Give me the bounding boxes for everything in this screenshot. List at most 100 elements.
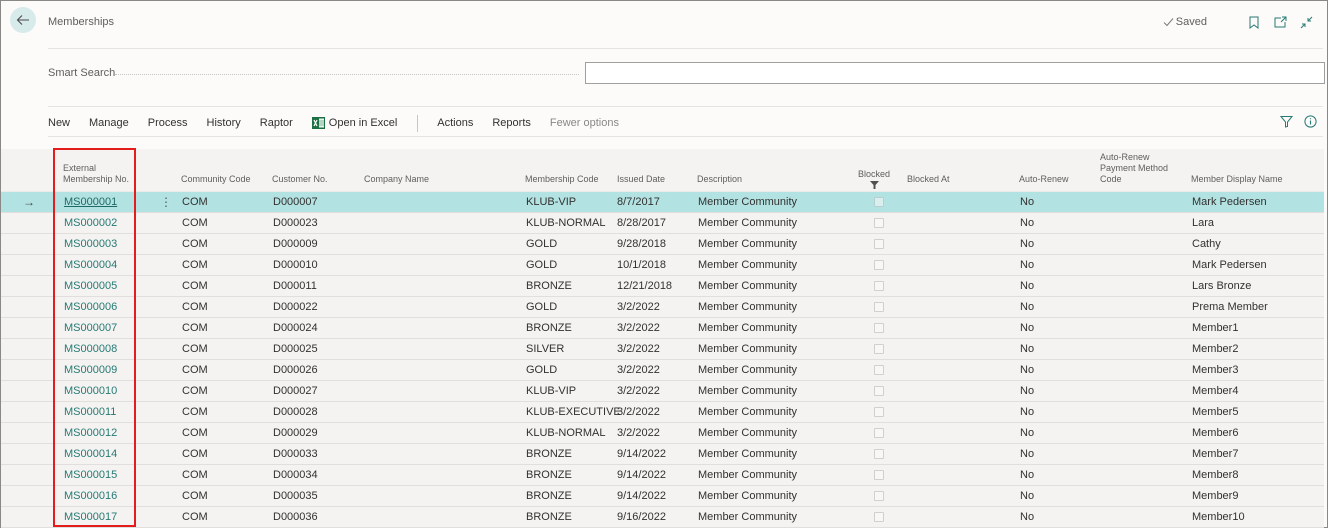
- blocked-checkbox[interactable]: [874, 386, 884, 396]
- filter-pane-button[interactable]: [1279, 114, 1293, 128]
- blocked-checkbox[interactable]: [874, 491, 884, 501]
- cell-external-membership-no[interactable]: MS000004: [64, 255, 117, 276]
- blocked-checkbox[interactable]: [874, 197, 884, 207]
- blocked-checkbox[interactable]: [874, 323, 884, 333]
- table-row[interactable]: MS000016 COM D000035 BRONZE 9/14/2022 Member …: [1, 486, 1324, 507]
- info-button[interactable]: [1303, 114, 1317, 128]
- action-raptor[interactable]: Raptor: [260, 117, 293, 129]
- table-row[interactable]: MS000002 COM D000023 KLUB-NORMAL 8/28/2017 Me…: [1, 213, 1324, 234]
- cell-customer-no: D000036: [273, 511, 318, 523]
- table-row[interactable]: MS000015 COM D000034 BRONZE 9/14/2022 Member …: [1, 465, 1324, 486]
- cell-community-code: COM: [182, 196, 208, 208]
- table-row[interactable]: MS000010 COM D000027 KLUB-VIP 3/2/2022 Member…: [1, 381, 1324, 402]
- column-header-customer-no[interactable]: Customer No.: [272, 174, 328, 185]
- cell-external-membership-no[interactable]: MS000008: [64, 339, 117, 360]
- action-bar: New Manage Process History Raptor Open i…: [48, 114, 638, 132]
- column-header-blocked-at[interactable]: Blocked At: [907, 174, 950, 185]
- cell-external-membership-no[interactable]: MS000011: [64, 402, 116, 423]
- collapse-button[interactable]: [1299, 15, 1313, 29]
- table-row[interactable]: MS000003 COM D000009 GOLD 9/28/2018 Member Co…: [1, 234, 1324, 255]
- action-actions[interactable]: Actions: [437, 117, 473, 129]
- cell-member-display-name: Mark Pedersen: [1192, 196, 1267, 208]
- table-row[interactable]: → ⋮ MS000001 COM D000007 KLUB-VIP 8/7/2017 Memb…: [1, 192, 1324, 213]
- column-header-membership-code[interactable]: Membership Code: [525, 174, 599, 185]
- cell-external-membership-no[interactable]: MS000002: [64, 213, 117, 234]
- cell-external-membership-no[interactable]: MS000006: [64, 297, 117, 318]
- action-reports[interactable]: Reports: [492, 117, 531, 129]
- blocked-checkbox[interactable]: [874, 470, 884, 480]
- table-row[interactable]: MS000014 COM D000033 BRONZE 9/14/2022 Member …: [1, 444, 1324, 465]
- table-row[interactable]: MS000007 COM D000024 BRONZE 3/2/2022 Member C…: [1, 318, 1324, 339]
- cell-membership-code: BRONZE: [526, 322, 572, 334]
- table-row[interactable]: MS000017 COM D000036 BRONZE 9/16/2022 Member …: [1, 507, 1324, 528]
- column-header-line: Code: [1100, 174, 1122, 184]
- cell-customer-no: D000035: [273, 490, 318, 502]
- cell-external-membership-no[interactable]: MS000005: [64, 276, 117, 297]
- action-separator: [417, 114, 419, 132]
- table-row[interactable]: MS000006 COM D000022 GOLD 3/2/2022 Member Com…: [1, 297, 1324, 318]
- cell-description: Member Community: [698, 259, 798, 271]
- blocked-checkbox[interactable]: [874, 302, 884, 312]
- column-header-community-code[interactable]: Community Code: [181, 174, 251, 185]
- table-row[interactable]: MS000005 COM D000011 BRONZE 12/21/2018 Member…: [1, 276, 1324, 297]
- cell-description: Member Community: [698, 427, 798, 439]
- column-header-member-display-name[interactable]: Member Display Name: [1191, 174, 1283, 185]
- blocked-checkbox[interactable]: [874, 281, 884, 291]
- action-fewer-options[interactable]: Fewer options: [550, 117, 619, 129]
- column-header-line: Auto-Renew: [1100, 152, 1150, 162]
- cell-customer-no: D000023: [273, 217, 318, 229]
- blocked-checkbox[interactable]: [874, 428, 884, 438]
- cell-membership-code: KLUB-EXECUTIVE: [526, 406, 621, 418]
- cell-external-membership-no[interactable]: MS000015: [64, 465, 117, 486]
- blocked-checkbox[interactable]: [874, 365, 884, 375]
- column-header-description[interactable]: Description: [697, 174, 742, 185]
- blocked-checkbox[interactable]: [874, 344, 884, 354]
- cell-external-membership-no[interactable]: MS000012: [64, 423, 117, 444]
- cell-customer-no: D000022: [273, 301, 318, 313]
- cell-auto-renew: No: [1020, 364, 1035, 376]
- cell-external-membership-no[interactable]: MS000007: [64, 318, 117, 339]
- cell-community-code: COM: [182, 301, 208, 313]
- cell-community-code: COM: [182, 364, 208, 376]
- blocked-checkbox[interactable]: [874, 260, 884, 270]
- blocked-checkbox[interactable]: [874, 449, 884, 459]
- blocked-checkbox[interactable]: [874, 239, 884, 249]
- cell-external-membership-no[interactable]: MS000017: [64, 507, 117, 528]
- table-row[interactable]: MS000009 COM D000026 GOLD 3/2/2022 Member Com…: [1, 360, 1324, 381]
- action-history[interactable]: History: [207, 117, 241, 129]
- cell-external-membership-no[interactable]: MS000016: [64, 486, 117, 507]
- column-header-blocked-label: Blocked: [858, 169, 891, 179]
- column-header-payment-method-code[interactable]: Auto-Renew Payment Method Code: [1100, 152, 1168, 185]
- cell-description: Member Community: [698, 511, 798, 523]
- cell-issued-date: 3/2/2022: [617, 301, 660, 313]
- cell-external-membership-no[interactable]: MS000014: [64, 444, 117, 465]
- column-header-issued-date[interactable]: Issued Date: [617, 174, 665, 185]
- cell-external-membership-no[interactable]: MS000003: [64, 234, 117, 255]
- column-header-blocked[interactable]: Blocked: [858, 169, 890, 189]
- cell-membership-code: KLUB-VIP: [526, 385, 577, 397]
- column-header-auto-renew[interactable]: Auto-Renew: [1019, 174, 1069, 185]
- blocked-checkbox[interactable]: [874, 512, 884, 522]
- bookmark-button[interactable]: [1247, 15, 1261, 29]
- table-row[interactable]: MS000011 COM D000028 KLUB-EXECUTIVE 3/2/2022…: [1, 402, 1324, 423]
- table-row[interactable]: MS000008 COM D000025 SILVER 3/2/2022 Member C…: [1, 339, 1324, 360]
- blocked-checkbox[interactable]: [874, 218, 884, 228]
- blocked-checkbox[interactable]: [874, 407, 884, 417]
- column-header-company-name[interactable]: Company Name: [364, 174, 429, 185]
- action-process[interactable]: Process: [148, 117, 188, 129]
- action-manage[interactable]: Manage: [89, 117, 129, 129]
- open-new-window-button[interactable]: [1273, 15, 1287, 29]
- back-button[interactable]: [10, 7, 36, 33]
- cell-auto-renew: No: [1020, 238, 1035, 250]
- table-row[interactable]: MS000012 COM D000029 KLUB-NORMAL 3/2/2022 Mem…: [1, 423, 1324, 444]
- cell-external-membership-no[interactable]: MS000001: [64, 192, 117, 213]
- cell-issued-date: 9/14/2022: [617, 448, 666, 460]
- cell-external-membership-no[interactable]: MS000010: [64, 381, 117, 402]
- column-header-external-membership-no[interactable]: External Membership No.: [63, 163, 129, 185]
- row-menu-icon[interactable]: ⋮: [160, 192, 172, 213]
- smart-search-input[interactable]: [585, 62, 1325, 84]
- cell-external-membership-no[interactable]: MS000009: [64, 360, 117, 381]
- action-new[interactable]: New: [48, 117, 70, 129]
- action-open-in-excel[interactable]: Open in Excel: [311, 117, 397, 129]
- table-row[interactable]: MS000004 COM D000010 GOLD 10/1/2018 Member Co…: [1, 255, 1324, 276]
